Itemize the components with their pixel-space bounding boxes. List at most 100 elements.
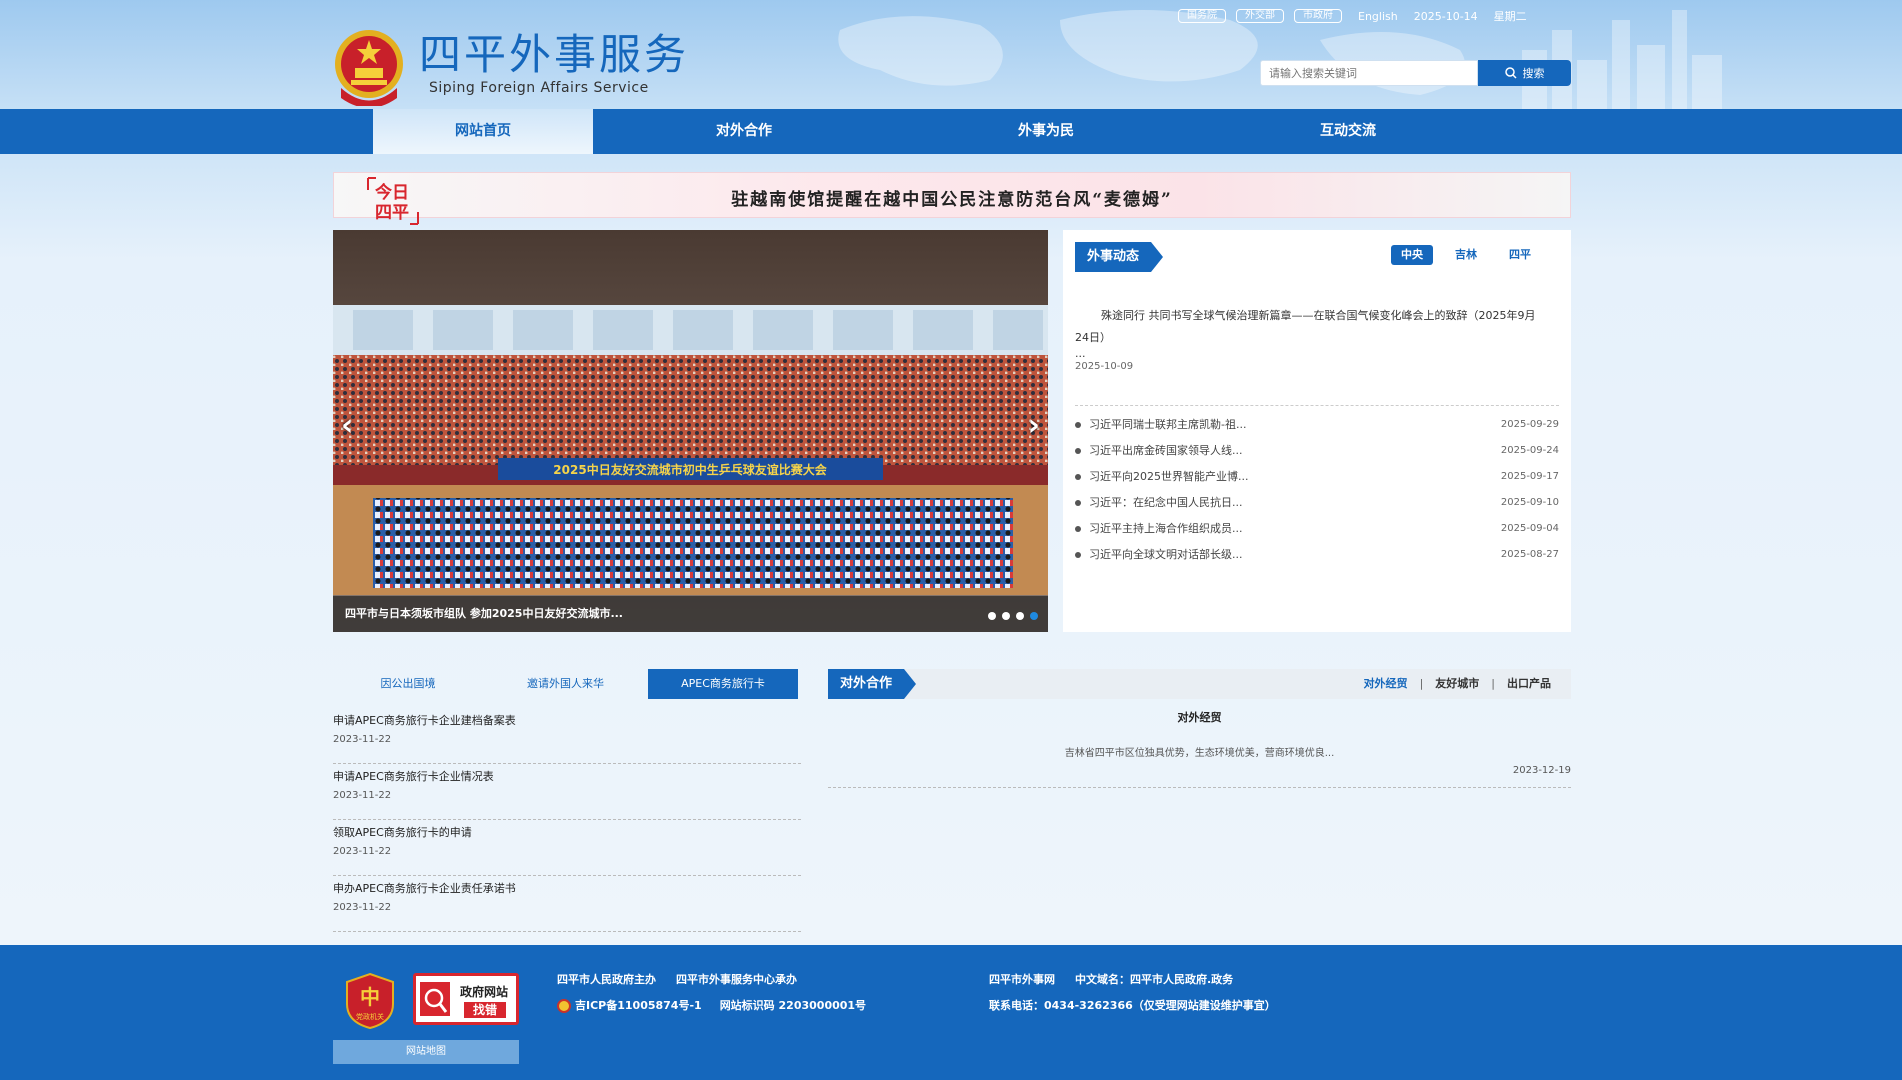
- foreign-news-tabs: 中央 吉林 四平: [1391, 245, 1541, 265]
- cooperation-desc[interactable]: 吉林省四平市区位独具优势，生态环境优美，营商环境优良...: [828, 744, 1571, 759]
- list-item[interactable]: 申请APEC商务旅行卡企业情况表 2023-11-22: [333, 764, 801, 820]
- nav-services[interactable]: 外事为民: [895, 109, 1197, 154]
- nav-home[interactable]: 网站首页: [373, 109, 593, 154]
- party-government-badge-icon[interactable]: 中 党政机关: [345, 972, 395, 1030]
- list-item[interactable]: 申请APEC商务旅行卡企业建档备案表 2023-11-22: [333, 708, 801, 764]
- gov-error-icon: 政府网站 找错: [420, 982, 508, 1018]
- footer-site-name: 四平市外事网: [989, 973, 1055, 986]
- footer-contact-info: 四平市外事网 中文域名：四平市人民政府.政务 联系电话：0434-3262366…: [989, 967, 1276, 1019]
- list-item[interactable]: 习近平主持上海合作组织成员... 2025-09-04: [1075, 516, 1559, 542]
- footer-organizer: 四平市外事服务中心承办: [676, 973, 797, 986]
- footer: 中 党政机关 政府网站 找错 网站地图 四平市人民政府主办 四平市外事服务中心承…: [0, 945, 1902, 1080]
- tab-apec-card[interactable]: APEC商务旅行卡: [648, 669, 798, 699]
- tab-invite-foreigners[interactable]: 邀请外国人来华: [491, 669, 641, 699]
- nav-interaction[interactable]: 互动交流: [1197, 109, 1499, 154]
- cooperation-links: 对外经贸 | 友好城市 | 出口产品: [1364, 669, 1551, 699]
- news-title[interactable]: 习近平：在纪念中国人民抗日...: [1075, 490, 1243, 516]
- cooperation-date: 2023-12-19: [1512, 765, 1571, 776]
- slide-photo: 2025中日友好交流城市初中生乒乓球友谊比赛大会: [333, 230, 1048, 632]
- footer-icp[interactable]: 吉ICP备11005874号-1: [575, 999, 702, 1012]
- service-date: 2023-11-22: [333, 790, 392, 801]
- service-date: 2023-11-22: [333, 734, 392, 745]
- tab-jilin[interactable]: 吉林: [1445, 245, 1487, 265]
- news-date: 2025-09-10: [1500, 497, 1559, 508]
- service-title[interactable]: 申请APEC商务旅行卡企业建档备案表: [333, 712, 801, 730]
- footer-host-info: 四平市人民政府主办 四平市外事服务中心承办 吉ICP备11005874号-1 网…: [557, 967, 866, 1019]
- service-date: 2023-11-22: [333, 846, 392, 857]
- service-title[interactable]: 领取APEC商务旅行卡的申请: [333, 824, 801, 842]
- news-date: 2025-08-27: [1500, 549, 1559, 560]
- english-link[interactable]: English: [1358, 10, 1398, 23]
- cooperation-subtitle[interactable]: 对外经贸: [828, 709, 1571, 725]
- site-title-cn: 四平外事服务: [419, 30, 690, 79]
- today-headline-bar: 今日 四平 驻越南使馆提醒在越中国公民注意防范台风“麦德姆”: [333, 172, 1571, 225]
- slider-next-icon[interactable]: ›: [1028, 408, 1040, 443]
- link-foreign-trade[interactable]: 对外经贸: [1364, 669, 1408, 699]
- link-sister-cities[interactable]: 友好城市: [1435, 669, 1479, 699]
- slide-banner-text: 2025中日友好交流城市初中生乒乓球友谊比赛大会: [553, 462, 827, 477]
- service-date: 2023-11-22: [333, 902, 392, 913]
- list-item[interactable]: 申办APEC商务旅行卡企业责任承诺书 2023-11-22: [333, 876, 801, 932]
- featured-news[interactable]: 殊途同行 共同书写全球气候治理新篇章——在联合国气候变化峰会上的致辞（2025年…: [1075, 305, 1545, 375]
- services-tabs: 因公出国境 邀请外国人来华 APEC商务旅行卡: [333, 669, 798, 699]
- news-date: 2025-09-17: [1500, 471, 1559, 482]
- current-date: 2025-10-14: [1413, 9, 1478, 23]
- footer-domain: 中文域名：四平市人民政府.政务: [1075, 973, 1234, 986]
- tab-siping[interactable]: 四平: [1499, 245, 1541, 265]
- list-item[interactable]: 习近平向全球文明对话部长级... 2025-08-27: [1075, 542, 1559, 568]
- news-title[interactable]: 习近平同瑞士联邦主席凯勒-祖...: [1075, 412, 1246, 438]
- site-logo[interactable]: 四平外事服务 Siping Foreign Affairs Service: [333, 28, 689, 106]
- news-title[interactable]: 习近平向2025世界智能产业博...: [1075, 464, 1248, 490]
- news-title[interactable]: 习近平向全球文明对话部长级...: [1075, 542, 1243, 568]
- slider-dot[interactable]: [988, 612, 996, 620]
- badge-label: 党政机关: [356, 1012, 384, 1021]
- service-title[interactable]: 申请APEC商务旅行卡企业情况表: [333, 768, 801, 786]
- list-item[interactable]: 习近平出席金砖国家领导人线... 2025-09-24: [1075, 438, 1559, 464]
- news-title[interactable]: 习近平主持上海合作组织成员...: [1075, 516, 1243, 542]
- photo-slider[interactable]: 2025中日友好交流城市初中生乒乓球友谊比赛大会 ‹ › 四平市与日本须坂市组队…: [333, 230, 1048, 632]
- search-button[interactable]: 搜索: [1478, 60, 1571, 86]
- slider-dot[interactable]: [1016, 612, 1024, 620]
- site-title-en: Siping Foreign Affairs Service: [429, 80, 649, 96]
- list-item[interactable]: 领取APEC商务旅行卡的申请 2023-11-22: [333, 820, 801, 876]
- search-icon: [1504, 67, 1517, 79]
- cooperation-title: 对外合作: [828, 669, 917, 699]
- slider-dot[interactable]: [1002, 612, 1010, 620]
- slider-prev-icon[interactable]: ‹: [341, 408, 353, 443]
- separator: |: [1419, 677, 1424, 690]
- search-input[interactable]: [1260, 60, 1478, 86]
- news-title[interactable]: 习近平出席金砖国家领导人线...: [1075, 438, 1243, 464]
- search-box: 搜索: [1260, 60, 1571, 86]
- footer-contact: 联系电话：0434-3262366（仅受理网站建设维护事宜）: [989, 999, 1276, 1012]
- tab-central[interactable]: 中央: [1391, 245, 1433, 265]
- list-item[interactable]: 习近平：在纪念中国人民抗日... 2025-09-10: [1075, 490, 1559, 516]
- nav-cooperation[interactable]: 对外合作: [593, 109, 895, 154]
- footer-site-code: 网站标识码 2203000001号: [719, 999, 867, 1012]
- news-date: 2025-09-29: [1500, 419, 1559, 430]
- slider-dot-active[interactable]: [1030, 612, 1038, 620]
- main-nav: 网站首页 对外合作 外事为民 互动交流: [0, 109, 1902, 154]
- service-title[interactable]: 申办APEC商务旅行卡企业责任承诺书: [333, 880, 801, 898]
- slider-dots: [988, 612, 1038, 620]
- top-links-bar: 国务院 外交部 市政府 English 2025-10-14 星期二: [1178, 8, 1527, 24]
- foreign-news-panel: 外事动态 中央 吉林 四平 殊途同行 共同书写全球气候治理新篇章——在联合国气候…: [1063, 230, 1571, 632]
- top-link-city-gov[interactable]: 市政府: [1294, 9, 1342, 23]
- tab-official-travel[interactable]: 因公出国境: [333, 669, 483, 699]
- news-date: 2025-09-04: [1500, 523, 1559, 534]
- sitemap-link[interactable]: 网站地图: [333, 1040, 519, 1064]
- top-link-state-council[interactable]: 国务院: [1178, 9, 1226, 23]
- top-link-mfa[interactable]: 外交部: [1236, 9, 1284, 23]
- gov-site-error-link[interactable]: 政府网站 找错: [413, 973, 519, 1025]
- list-item[interactable]: 习近平同瑞士联邦主席凯勒-祖... 2025-09-29: [1075, 412, 1559, 438]
- slide-caption[interactable]: 四平市与日本须坂市组队 参加2025中日友好交流城市...: [333, 596, 1048, 632]
- list-item[interactable]: 习近平向2025世界智能产业博... 2025-09-17: [1075, 464, 1559, 490]
- gov-error-line2: 找错: [473, 1002, 497, 1017]
- headline-text[interactable]: 驻越南使馆提醒在越中国公民注意防范台风“麦德姆”: [334, 185, 1570, 210]
- divider: [828, 787, 1571, 788]
- gov-error-line1: 政府网站: [460, 984, 508, 999]
- separator: |: [1491, 677, 1495, 690]
- current-weekday: 星期二: [1493, 10, 1527, 23]
- featured-news-text[interactable]: 殊途同行 共同书写全球气候治理新篇章——在联合国气候变化峰会上的致辞（2025年…: [1075, 305, 1545, 349]
- footer-host: 四平市人民政府主办: [557, 973, 656, 986]
- link-export-products[interactable]: 出口产品: [1507, 669, 1551, 699]
